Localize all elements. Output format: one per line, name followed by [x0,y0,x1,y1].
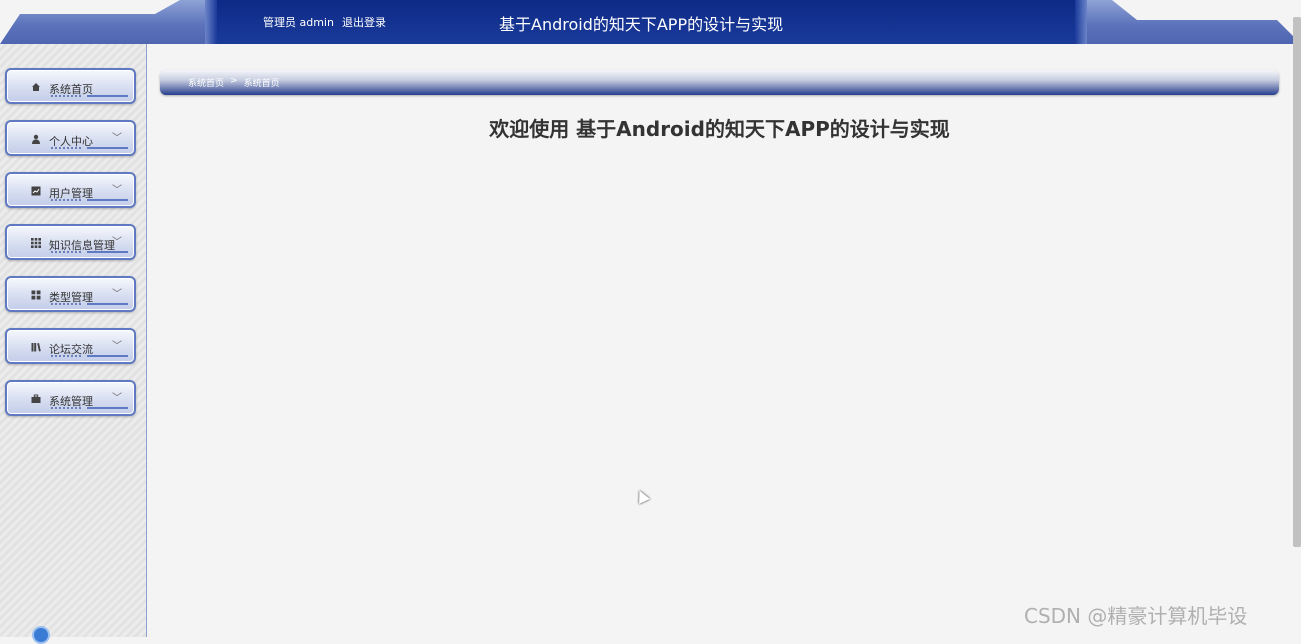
header-wing-left [0,0,205,44]
decor-dots [51,251,83,253]
sidebar-item-system-management[interactable]: 系统管理 ﹀ [5,380,136,416]
decor-line [87,147,128,149]
apps-icon [31,290,41,300]
sidebar-item-type-management[interactable]: 类型管理 ﹀ [5,276,136,312]
chevron-down-icon: ﹀ [112,341,122,352]
grid-icon [31,238,41,248]
briefcase-icon [31,394,41,403]
decor-dots [51,407,83,409]
page-scrollbar[interactable] [1293,17,1301,547]
decor-dots [51,199,83,201]
library-icon [31,343,41,352]
chevron-down-icon: ﹀ [112,393,122,404]
decor-line [87,199,128,201]
header-bar: 管理员 admin 退出登录 基于Android的知天下APP的设计与实现 [0,0,1301,44]
chevron-down-icon: ﹀ [112,289,122,300]
admin-label: 管理员 admin [263,16,334,29]
chevron-down-icon: ﹀ [112,185,122,196]
sidebar-item-forum[interactable]: 论坛交流 ﹀ [5,328,136,364]
chevron-down-icon: ﹀ [112,237,122,248]
home-icon [32,83,40,91]
user-icon [32,134,40,144]
decor-dots [51,303,83,305]
sidebar-item-knowledge-management[interactable]: 知识信息管理 ﹀ [5,224,136,260]
breadcrumb-home-link[interactable]: 系统首页 [188,76,224,89]
decor-line [87,251,128,253]
decor-line [87,407,128,409]
decor-dots [51,147,83,149]
welcome-heading: 欢迎使用 基于Android的知天下APP的设计与实现 [489,117,950,141]
breadcrumb: 系统首页 > 系统首页 [160,70,1279,95]
chevron-down-icon: ﹀ [112,133,122,144]
chart-icon [31,186,41,196]
decor-line [87,95,128,97]
sidebar-item-user-management[interactable]: 用户管理 ﹀ [5,172,136,208]
decor-dots [51,95,83,97]
admin-info: 管理员 admin 退出登录 [263,14,386,30]
watermark: CSDN @精豪计算机毕设 [1024,604,1248,628]
decor-line [87,303,128,305]
header-wing-right [1087,0,1301,44]
decor-line [87,355,128,357]
sidebar: 系统首页 个人中心 ﹀ 用户管理 ﹀ 知识信息管理 ﹀ 类型管理 ﹀ 论坛交流 … [0,44,147,637]
sidebar-item-personal-center[interactable]: 个人中心 ﹀ [5,120,136,156]
sidebar-scroll-knob[interactable] [32,626,50,644]
sidebar-item-home[interactable]: 系统首页 [5,68,136,104]
mouse-cursor-icon [634,488,650,504]
breadcrumb-current: 系统首页 [243,79,280,89]
logout-link[interactable]: 退出登录 [342,14,386,30]
site-title: 基于Android的知天下APP的设计与实现 [499,15,784,34]
decor-dots [51,355,83,357]
breadcrumb-separator: > [230,76,238,86]
